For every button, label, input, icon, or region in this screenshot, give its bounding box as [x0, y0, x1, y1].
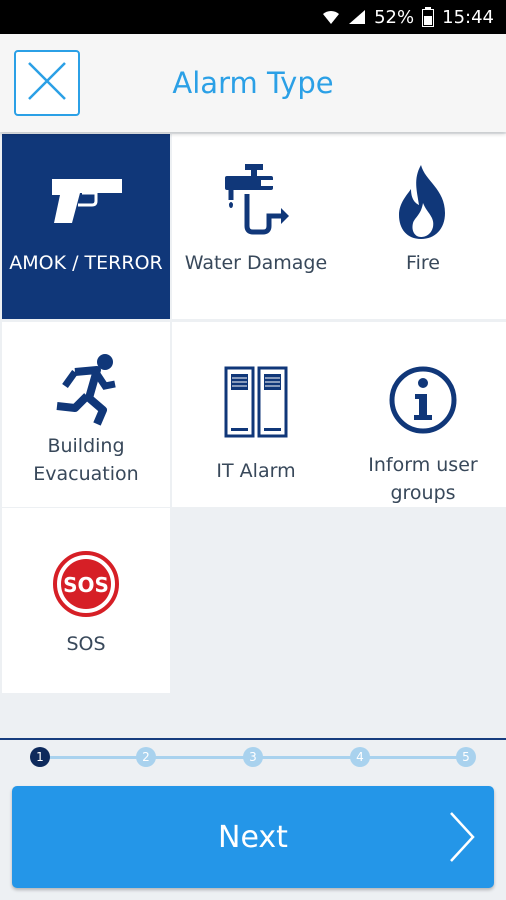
close-button[interactable]	[14, 50, 80, 116]
alarm-tile-label: Building Evacuation	[33, 435, 139, 485]
app-header: Alarm Type	[0, 34, 506, 132]
step-5: 5	[456, 747, 476, 767]
alarm-tile-label: AMOK / TERROR	[9, 252, 163, 274]
wifi-icon	[322, 9, 340, 25]
step-3: 3	[243, 747, 263, 767]
server-icon	[172, 322, 340, 457]
stepper-divider	[0, 738, 506, 740]
signal-icon	[348, 9, 366, 25]
alarm-tile-label: IT Alarm	[216, 460, 296, 482]
alarm-tile-label: Fire	[406, 252, 440, 274]
alarm-tile-inform-user-groups[interactable]: Inform user groups	[340, 322, 506, 507]
faucet-icon	[172, 134, 340, 249]
step-4: 4	[350, 747, 370, 767]
progress-stepper: 1 2 3 4 5	[0, 738, 506, 776]
alarm-tile-amok-terror[interactable]: AMOK / TERROR	[2, 134, 170, 319]
step-1: 1	[30, 747, 50, 767]
alarm-tile-it-alarm[interactable]: IT Alarm	[172, 322, 340, 507]
alarm-tile-sos[interactable]: SOS SOS	[2, 508, 170, 693]
next-button[interactable]: Next	[12, 786, 494, 888]
chevron-right-icon	[448, 811, 476, 867]
alarm-tile-label: Inform user groups	[368, 454, 478, 504]
running-person-icon	[2, 322, 170, 432]
sos-icon: SOS	[2, 508, 170, 630]
close-icon	[27, 61, 67, 105]
alarm-tile-water-damage[interactable]: Water Damage	[172, 134, 340, 319]
info-icon	[340, 322, 506, 451]
alarm-tile-label: Water Damage	[184, 252, 328, 274]
battery-icon	[422, 7, 435, 27]
clock-time: 15:44	[442, 6, 494, 28]
step-2: 2	[136, 747, 156, 767]
svg-text:SOS: SOS	[63, 573, 109, 597]
status-bar: 52% 15:44	[0, 0, 506, 34]
fire-icon	[340, 134, 506, 249]
next-button-label: Next	[218, 819, 288, 855]
gun-icon	[2, 134, 170, 249]
alarm-tile-label: SOS	[66, 633, 106, 655]
alarm-tile-fire[interactable]: Fire	[340, 134, 506, 319]
battery-percent: 52%	[374, 6, 415, 28]
alarm-tile-building-evacuation[interactable]: Building Evacuation	[2, 322, 170, 507]
